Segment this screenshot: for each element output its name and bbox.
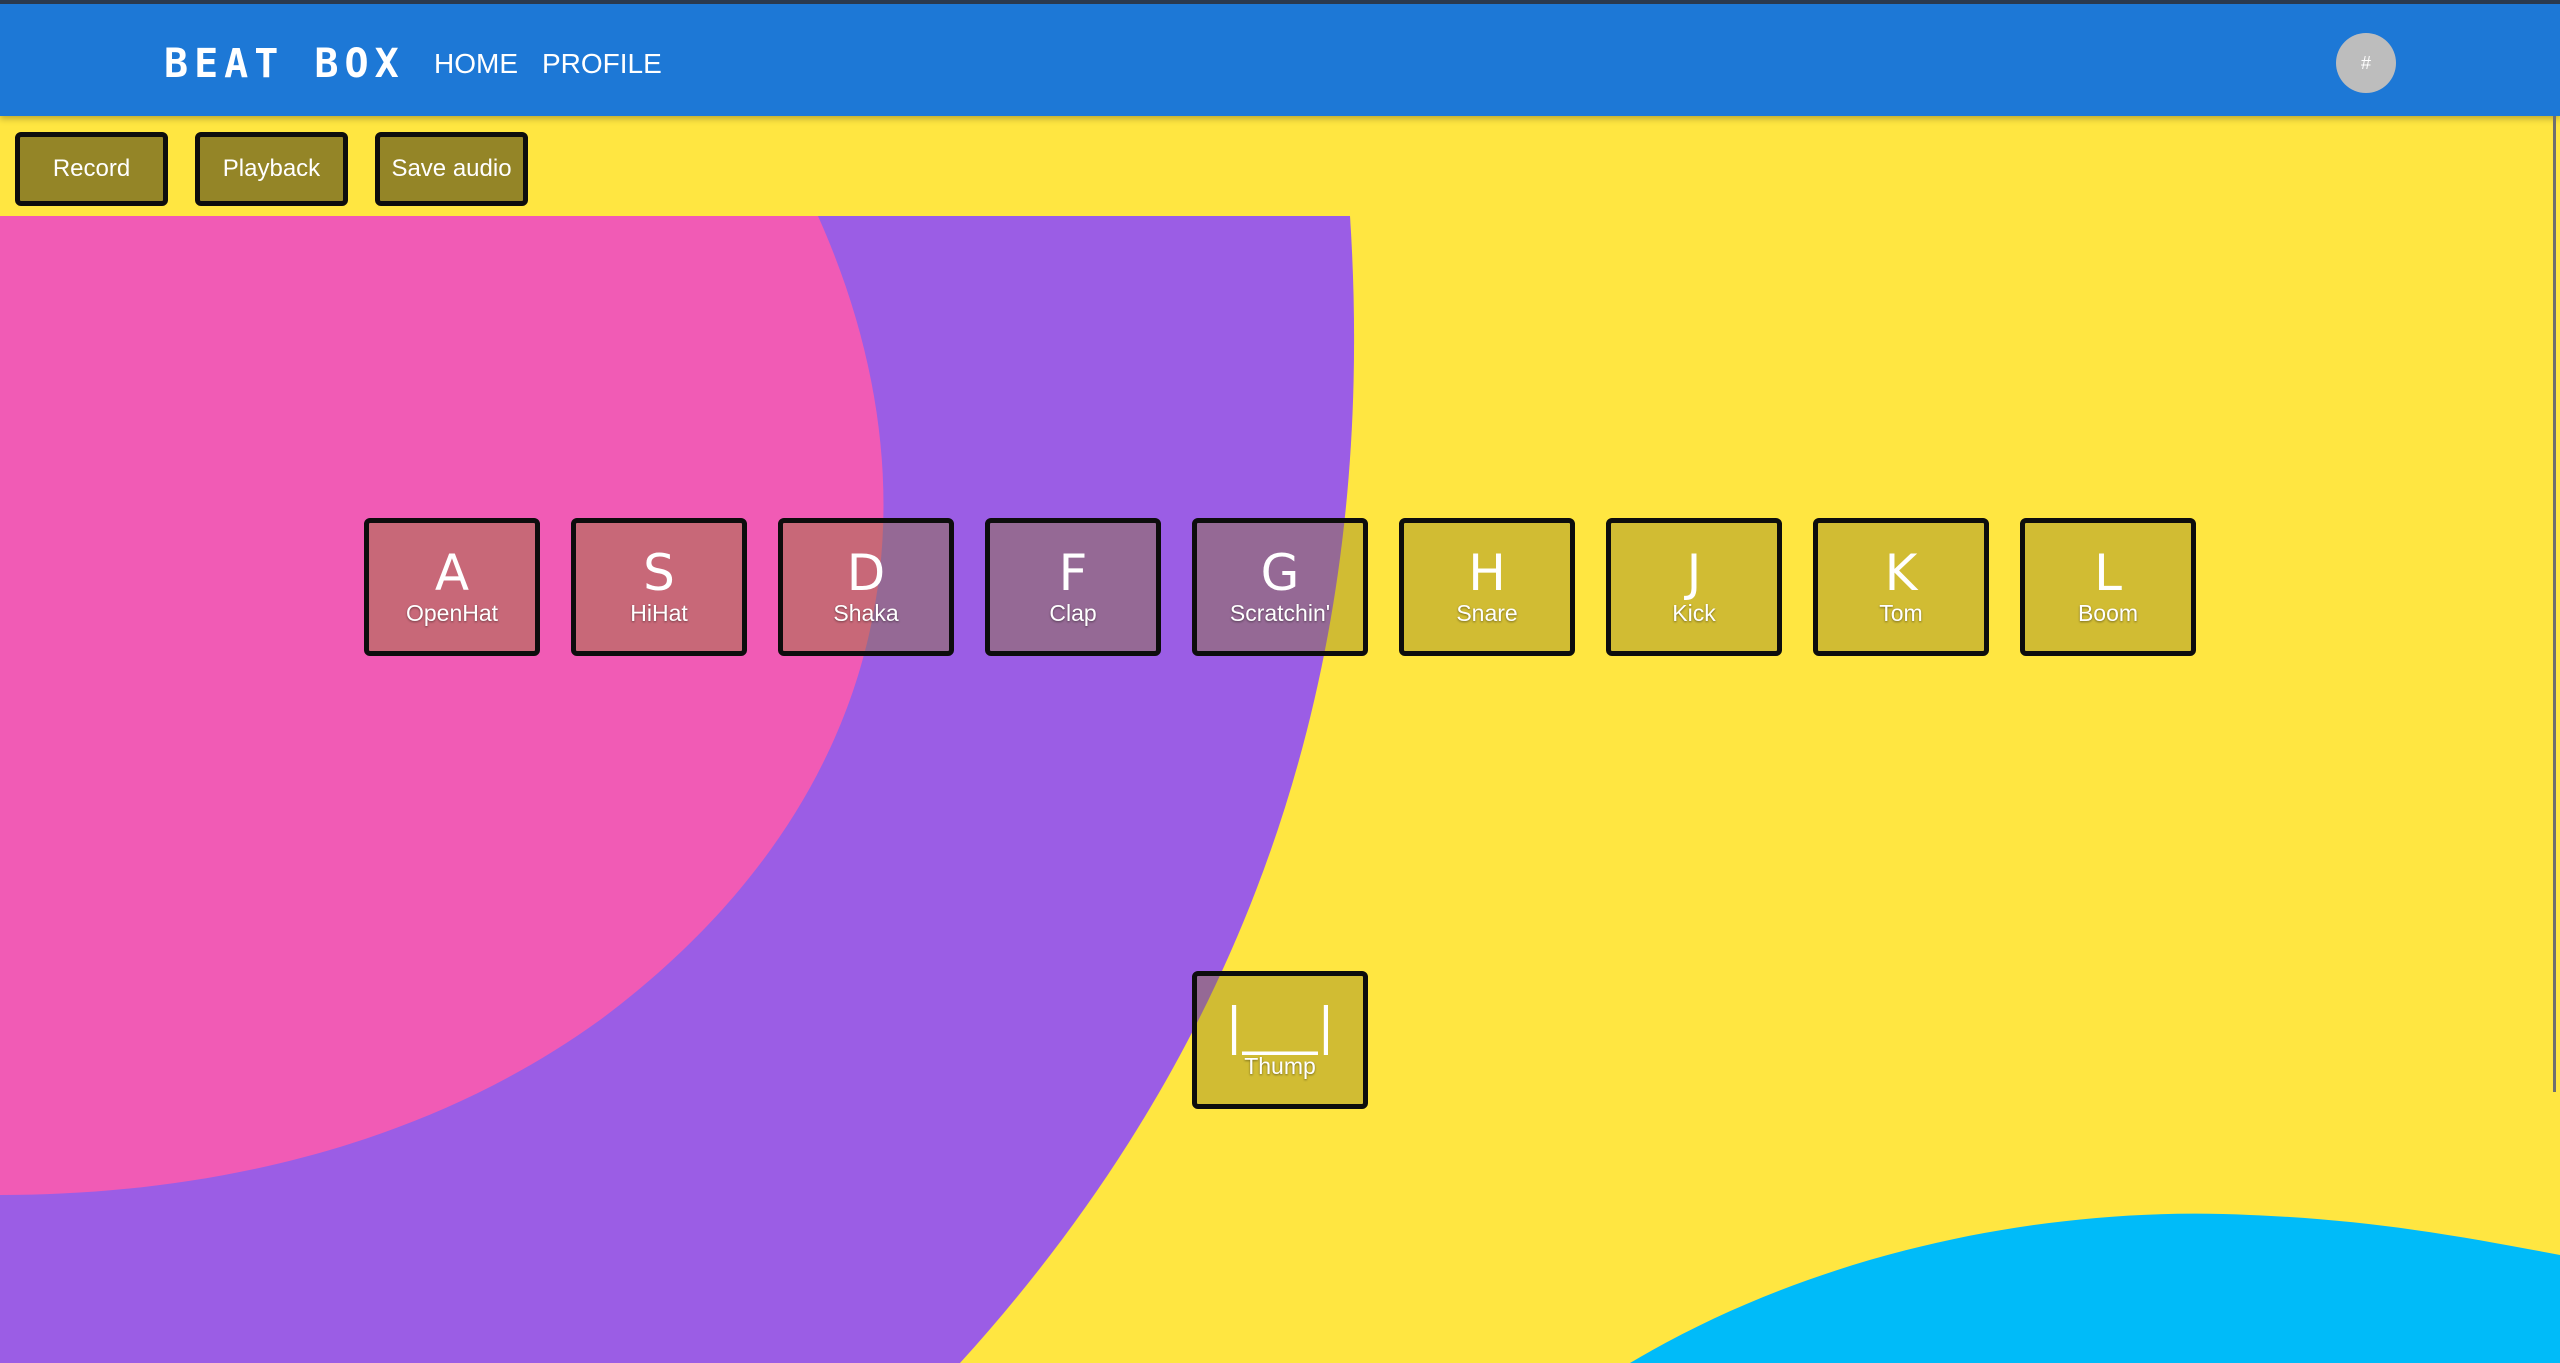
key-letter: F: [1058, 544, 1088, 602]
key-sound-label: Clap: [1049, 600, 1097, 626]
drum-key-a[interactable]: A OpenHat: [364, 518, 540, 656]
key-letter: J: [1686, 544, 1702, 602]
key-letter: L: [2094, 544, 2122, 602]
key-letter: D: [846, 544, 886, 602]
record-button[interactable]: Record: [15, 132, 168, 206]
window-top-edge: [0, 0, 2560, 4]
drum-key-j[interactable]: J Kick: [1606, 518, 1782, 656]
page-scrollbar[interactable]: [2553, 116, 2556, 1092]
nav-home-link[interactable]: HOME: [434, 44, 518, 84]
playback-button[interactable]: Playback: [195, 132, 348, 206]
drum-key-k[interactable]: K Tom: [1813, 518, 1989, 656]
drum-key-h[interactable]: H Snare: [1399, 518, 1575, 656]
key-letter: |___|: [1225, 997, 1335, 1055]
key-sound-label: Thump: [1244, 1053, 1316, 1079]
key-sound-label: Snare: [1456, 600, 1518, 626]
key-sound-label: Kick: [1672, 600, 1716, 626]
user-avatar[interactable]: #: [2336, 33, 2396, 93]
key-letter: A: [434, 544, 470, 602]
key-sound-label: HiHat: [630, 600, 688, 626]
save-audio-button[interactable]: Save audio: [375, 132, 528, 206]
drum-key-s[interactable]: S HiHat: [571, 518, 747, 656]
key-sound-label: Scratchin': [1229, 600, 1331, 626]
key-letter: G: [1260, 544, 1300, 602]
key-letter: H: [1468, 544, 1506, 602]
navbar: BEAT BOX HOME PROFILE #: [0, 4, 2560, 116]
drum-key-l[interactable]: L Boom: [2020, 518, 2196, 656]
nav-profile-link[interactable]: PROFILE: [542, 44, 662, 84]
key-letter: S: [643, 544, 675, 602]
key-sound-label: Tom: [1879, 600, 1923, 626]
key-sound-label: Shaka: [833, 600, 899, 626]
drum-key-f[interactable]: F Clap: [985, 518, 1161, 656]
cyan-blob: [1630, 1213, 2560, 1363]
drum-key-d[interactable]: D Shaka: [778, 518, 954, 656]
drum-key-space[interactable]: |___| Thump: [1192, 971, 1368, 1109]
key-sound-label: OpenHat: [405, 600, 499, 626]
key-letter: K: [1884, 544, 1918, 602]
key-sound-label: Boom: [2077, 600, 2139, 626]
brand-logo[interactable]: BEAT BOX: [164, 36, 405, 92]
drum-key-g[interactable]: G Scratchin': [1192, 518, 1368, 656]
